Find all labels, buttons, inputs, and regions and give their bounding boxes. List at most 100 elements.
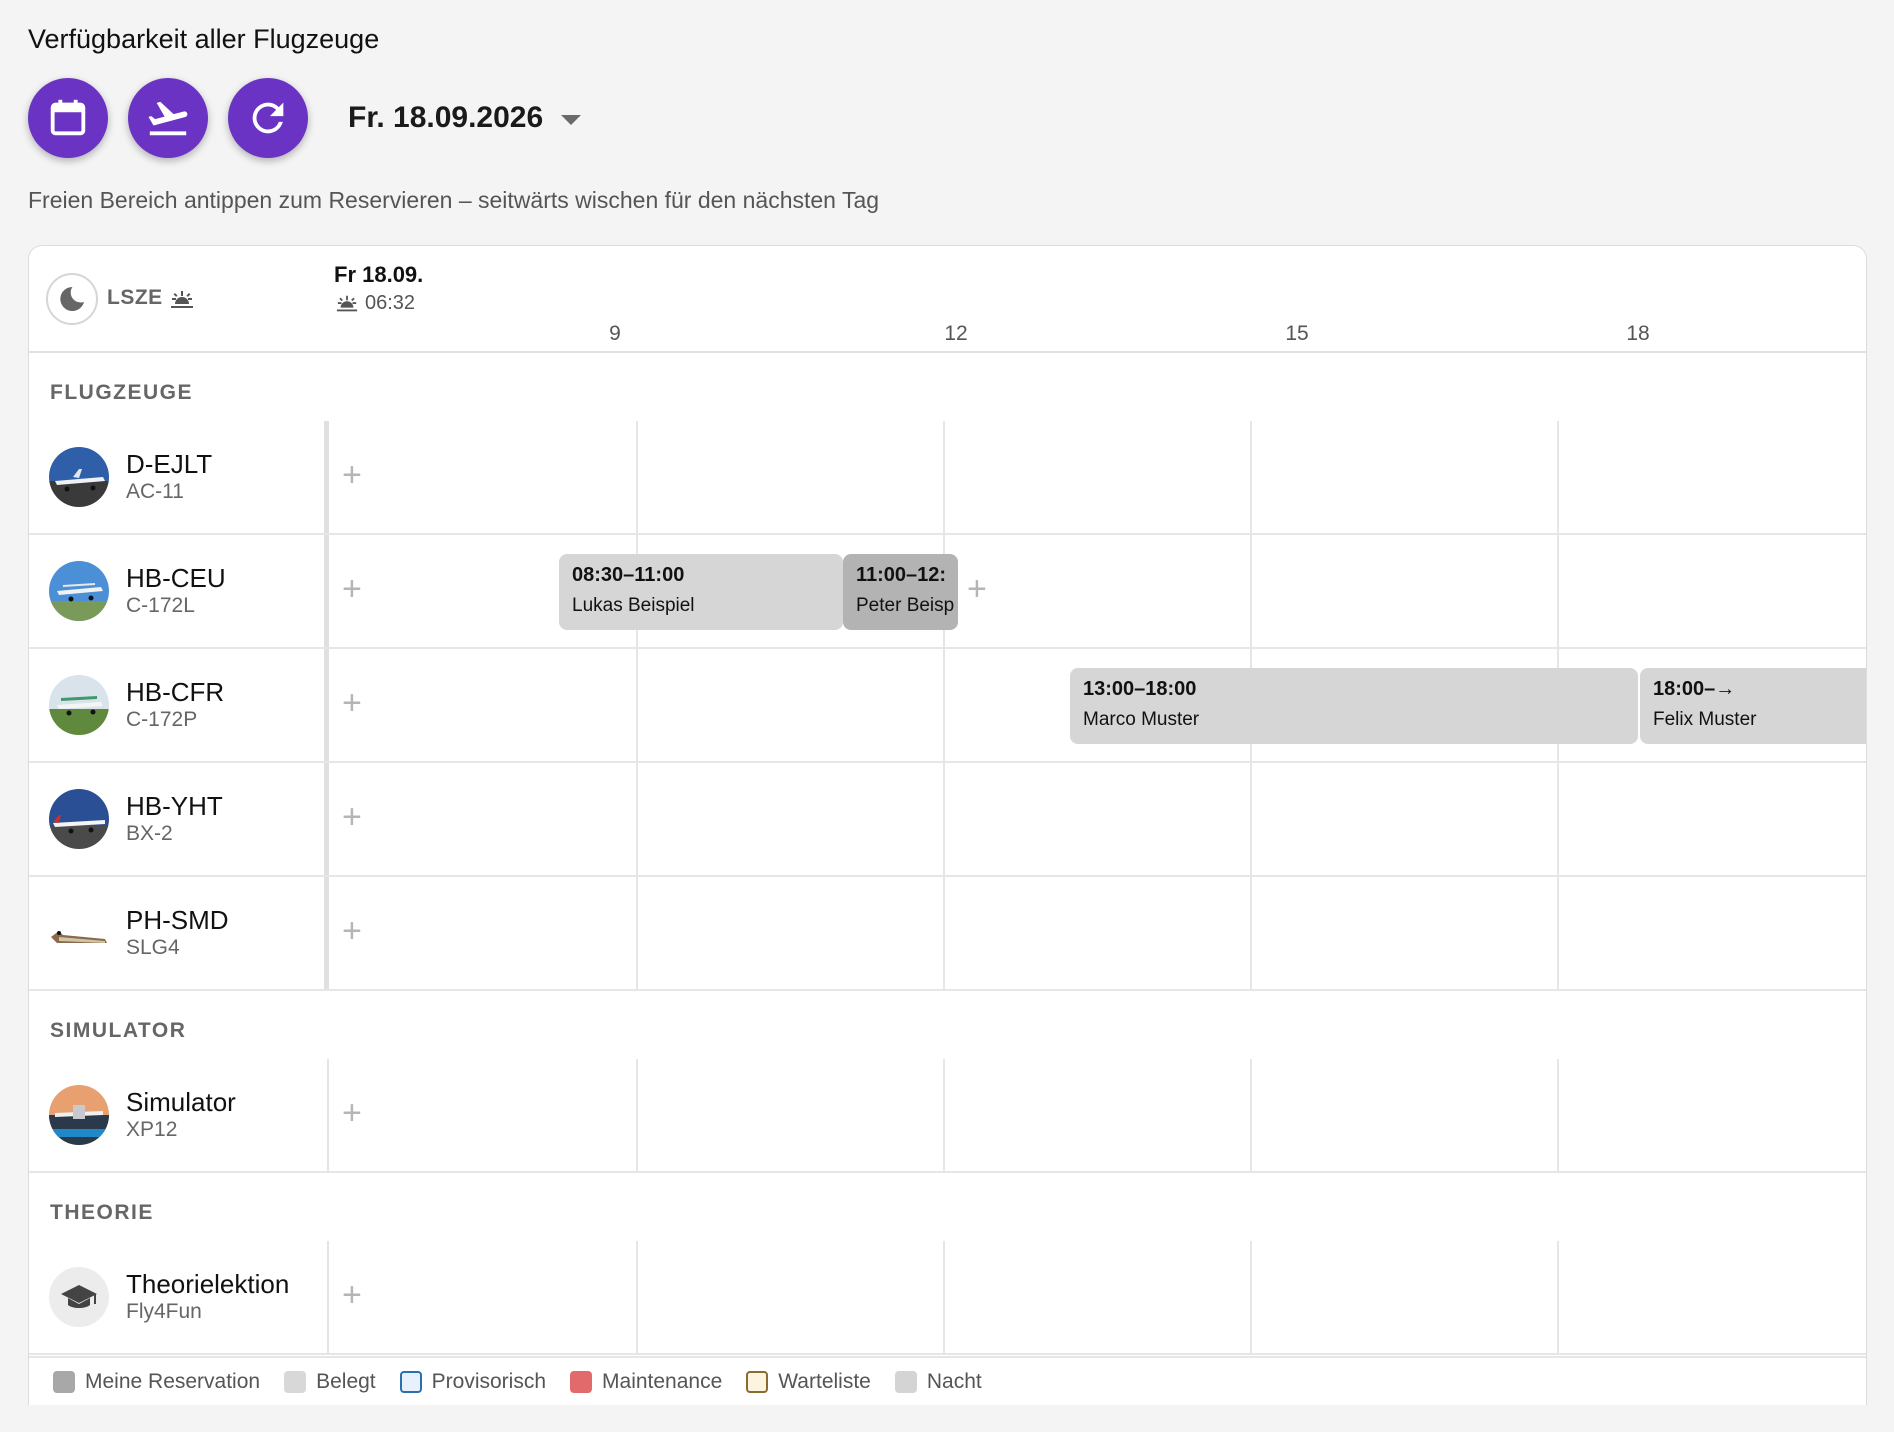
resource-type: C-172L xyxy=(126,594,195,617)
grid-line xyxy=(1557,421,1559,533)
night-toggle-button[interactable] xyxy=(46,273,98,325)
grid-line xyxy=(943,1059,945,1171)
hour-tick: 18 xyxy=(1626,322,1650,345)
legend-item: Belegt xyxy=(284,1370,376,1394)
grid-line xyxy=(943,421,945,533)
legend-item: Meine Reservation xyxy=(53,1370,260,1394)
booking-time: 18:00–→ xyxy=(1653,678,1736,700)
resource-name: HB-CEU xyxy=(126,563,226,593)
resource-info[interactable]: HB-CFR C-172P xyxy=(29,649,329,761)
grid-line xyxy=(636,1059,638,1171)
grid-line xyxy=(636,763,638,875)
airport-code: LSZE xyxy=(107,286,163,309)
resource-info[interactable]: HB-CEU C-172L xyxy=(29,535,329,647)
resource-info[interactable]: HB-YHT BX-2 xyxy=(29,763,329,875)
legend-swatch xyxy=(284,1371,307,1393)
resource-row: D-EJLT AC-11 + xyxy=(29,421,1866,535)
booking-block[interactable]: 18:00–→ Felix Muster xyxy=(1640,668,1866,744)
grid-line xyxy=(1557,535,1559,647)
add-reservation-button[interactable]: + xyxy=(342,683,362,723)
resource-row: PH-SMD SLG4 + xyxy=(29,877,1866,991)
resource-type: Fly4Fun xyxy=(126,1300,202,1323)
add-reservation-button[interactable]: + xyxy=(342,569,362,609)
chevron-down-icon xyxy=(561,115,582,125)
hour-tick: 15 xyxy=(1285,322,1309,345)
legend-item: Warteliste xyxy=(746,1370,871,1394)
resource-name: HB-CFR xyxy=(126,677,225,707)
grid-line xyxy=(636,877,638,989)
resource-info[interactable]: PH-SMD SLG4 xyxy=(29,877,329,989)
resource-type: XP12 xyxy=(126,1118,178,1141)
grid-line xyxy=(1557,763,1559,875)
resource-info[interactable]: Simulator XP12 xyxy=(29,1059,329,1171)
resource-row: HB-CEU C-172L + 08:30–11:00 Lukas Beispi… xyxy=(29,535,1866,649)
grid-line xyxy=(1250,421,1252,533)
simulator-avatar xyxy=(49,1085,109,1145)
resource-type: AC-11 xyxy=(126,480,184,503)
calendar-button[interactable] xyxy=(28,78,108,158)
grid-line xyxy=(1557,1241,1559,1353)
resource-type: BX-2 xyxy=(126,822,173,845)
legend-label: Provisorisch xyxy=(431,1370,547,1393)
aircraft-avatar xyxy=(49,447,109,507)
booking-block[interactable]: 11:00–12: Peter Beisp xyxy=(843,554,958,630)
date-label: Fr. 18.09.2026 xyxy=(348,101,544,134)
grid-line xyxy=(943,763,945,875)
booking-pilot: Marco Muster xyxy=(1083,709,1200,730)
add-reservation-button[interactable]: + xyxy=(342,1093,362,1133)
add-reservation-button[interactable]: + xyxy=(342,911,362,951)
day-label: Fr 18.09. xyxy=(334,262,424,287)
resource-type: SLG4 xyxy=(126,936,180,959)
booking-pilot: Felix Muster xyxy=(1653,709,1757,730)
grid-line xyxy=(1557,1059,1559,1171)
sunrise-info: 06:32 xyxy=(335,292,415,315)
resource-info[interactable]: Theorielektion Fly4Fun xyxy=(29,1241,329,1353)
hour-tick: 9 xyxy=(609,322,621,345)
resource-name: HB-YHT xyxy=(126,791,223,821)
aircraft-avatar xyxy=(49,675,109,735)
calendar-icon xyxy=(50,99,86,136)
timeline-header: LSZE Fr 18.09. 06:32 9 12 15 18 xyxy=(29,246,1866,353)
legend-swatch xyxy=(570,1371,593,1393)
add-reservation-button[interactable]: + xyxy=(342,797,362,837)
add-reservation-button[interactable]: + xyxy=(967,569,987,609)
section-label-theory: THEORIE xyxy=(50,1201,154,1224)
sunrise-icon xyxy=(171,291,193,308)
hour-tick: 12 xyxy=(944,322,968,345)
sunrise-icon xyxy=(336,295,358,311)
resource-type: C-172P xyxy=(126,708,198,731)
legend-item: Maintenance xyxy=(570,1370,722,1394)
add-reservation-button[interactable]: + xyxy=(342,1275,362,1315)
booking-block[interactable]: 08:30–11:00 Lukas Beispiel xyxy=(559,554,843,630)
section-label-aircraft: FLUGZEUGE xyxy=(50,381,193,404)
flight-button[interactable] xyxy=(128,78,208,158)
resource-name: Theorielektion xyxy=(126,1269,290,1299)
booking-pilot: Peter Beisp xyxy=(856,595,955,616)
legend-label: Warteliste xyxy=(778,1370,871,1393)
refresh-button[interactable] xyxy=(228,78,308,158)
grid-line xyxy=(943,1241,945,1353)
grid-line xyxy=(636,421,638,533)
legend-label: Maintenance xyxy=(602,1370,723,1393)
booking-block[interactable]: 13:00–18:00 Marco Muster xyxy=(1070,668,1638,744)
availability-grid: LSZE Fr 18.09. 06:32 9 12 15 18 FLUGZEUG… xyxy=(28,245,1867,1405)
grid-line xyxy=(943,877,945,989)
booking-time: 13:00–18:00 xyxy=(1083,678,1197,700)
airplane-takeoff-icon xyxy=(148,101,188,136)
grid-line xyxy=(636,1241,638,1353)
legend-label: Belegt xyxy=(316,1370,376,1393)
grid-line xyxy=(1250,535,1252,647)
legend-label: Nacht xyxy=(926,1370,982,1393)
moon-icon xyxy=(60,286,85,312)
toolbar: Fr. 18.09.2026 xyxy=(28,78,582,158)
add-reservation-button[interactable]: + xyxy=(342,455,362,495)
grid-line xyxy=(943,649,945,761)
resource-info[interactable]: D-EJLT AC-11 xyxy=(29,421,329,533)
resource-name: Simulator xyxy=(126,1087,236,1117)
aircraft-avatar xyxy=(49,561,109,621)
date-dropdown[interactable]: Fr. 18.09.2026 xyxy=(348,101,582,135)
grid-line xyxy=(1250,1241,1252,1353)
resource-name: D-EJLT xyxy=(126,449,213,479)
booking-time: 11:00–12: xyxy=(856,564,947,586)
legend: Meine Reservation Belegt Provisorisch Ma… xyxy=(29,1356,1866,1405)
